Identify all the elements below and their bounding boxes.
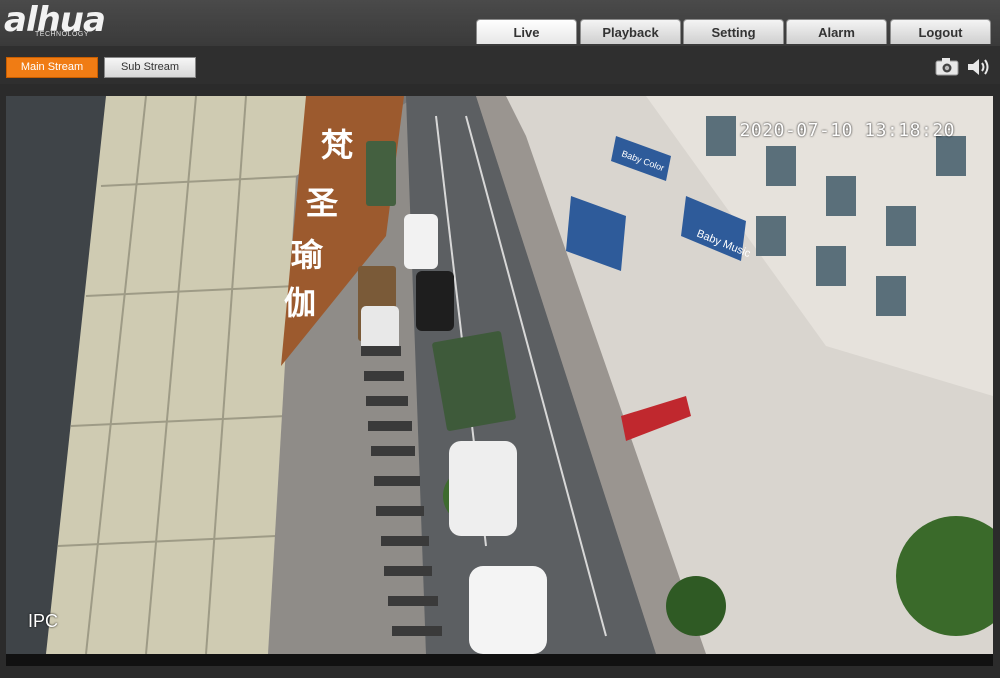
- top-header: alhua TECHNOLOGY Live Playback Setting A…: [0, 0, 1000, 46]
- video-timestamp: 2020-07-10 13:18:20: [739, 120, 955, 141]
- snapshot-icon[interactable]: [935, 57, 959, 77]
- sign-char-3: 瑜: [291, 236, 324, 274]
- tab-live[interactable]: Live: [476, 19, 577, 44]
- sign-char-4: 伽: [284, 284, 316, 322]
- sign-char-2: 圣: [306, 184, 339, 222]
- channel-label: IPC: [28, 611, 59, 631]
- video-bottom-bar: [6, 654, 993, 666]
- tab-setting[interactable]: Setting: [683, 19, 784, 44]
- camera-scene: Baby Music Baby Color 梵 圣 瑜 伽: [6, 96, 993, 654]
- tab-playback[interactable]: Playback: [580, 19, 681, 44]
- live-video-view[interactable]: Baby Music Baby Color 梵 圣 瑜 伽 2020-07-10…: [6, 96, 993, 654]
- main-stream-button[interactable]: Main Stream: [6, 57, 98, 78]
- tab-alarm[interactable]: Alarm: [786, 19, 887, 44]
- sub-stream-button[interactable]: Sub Stream: [104, 57, 196, 78]
- stream-toolbar: Main Stream Sub Stream: [0, 46, 1000, 84]
- tab-logout[interactable]: Logout: [890, 19, 991, 44]
- logo-tagline: TECHNOLOGY: [35, 31, 90, 38]
- audio-icon[interactable]: [966, 57, 992, 77]
- sign-char-1: 梵: [321, 126, 353, 164]
